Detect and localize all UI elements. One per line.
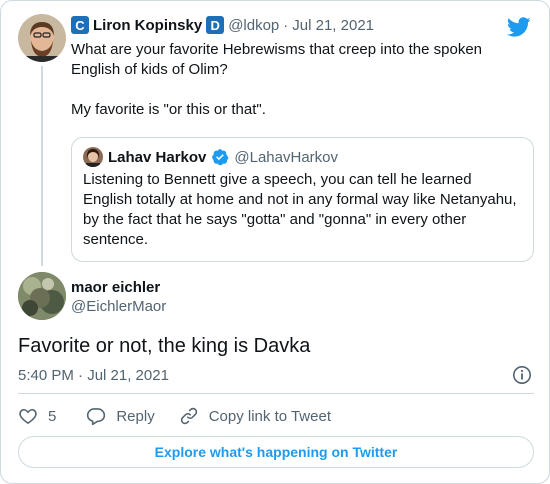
reply-icon xyxy=(87,408,106,426)
quoted-author-name: Lahav Harkov xyxy=(108,148,207,166)
reply-button[interactable]: Reply xyxy=(86,406,155,426)
info-icon[interactable] xyxy=(512,365,532,385)
like-button[interactable]: 5 xyxy=(18,406,56,426)
main-author-handle[interactable]: @EichlerMaor xyxy=(71,298,166,315)
quoted-header: Lahav Harkov @LahavHarkov xyxy=(83,147,338,167)
parent-author-name[interactable]: Liron Kopinsky xyxy=(93,17,202,34)
parent-header: C Liron Kopinsky D @ldkop · Jul 21, 2021 xyxy=(71,15,374,35)
verified-icon xyxy=(211,148,229,166)
quoted-tweet-text: Listening to Bennett give a speech, you … xyxy=(83,171,517,248)
parent-author-handle[interactable]: @ldkop xyxy=(228,17,279,34)
parent-avatar[interactable] xyxy=(18,14,66,62)
twitter-bird-icon[interactable] xyxy=(506,15,531,39)
copy-link-label: Copy link to Tweet xyxy=(208,407,331,425)
main-avatar[interactable] xyxy=(18,272,66,320)
parent-date[interactable]: Jul 21, 2021 xyxy=(292,17,374,34)
c-badge-icon: C xyxy=(71,16,89,34)
copy-link-button[interactable]: Copy link to Tweet xyxy=(179,406,331,426)
tweet-embed-card: C Liron Kopinsky D @ldkop · Jul 21, 2021… xyxy=(0,0,550,484)
main-tweet-text: Favorite or not, the king is Davka xyxy=(18,335,311,357)
divider xyxy=(18,393,534,394)
quoted-tweet[interactable]: Lahav Harkov @LahavHarkov Listening to B… xyxy=(71,137,534,262)
action-bar: 5 Reply Copy link to Tweet xyxy=(18,405,331,427)
parent-tweet-text: What are your favorite Hebrewisms that c… xyxy=(71,41,483,118)
d-badge-icon: D xyxy=(206,16,225,34)
parent-separator: · xyxy=(283,16,289,34)
tweet-timestamp[interactable]: 5:40 PM · Jul 21, 2021 xyxy=(18,367,169,384)
link-icon xyxy=(180,407,197,425)
thread-line xyxy=(41,66,43,266)
explore-twitter-button[interactable]: Explore what's happening on Twitter xyxy=(18,436,534,468)
reply-label: Reply xyxy=(116,407,155,425)
main-author-name[interactable]: maor eichler xyxy=(71,279,160,296)
like-count: 5 xyxy=(48,407,57,425)
quoted-avatar xyxy=(83,147,103,167)
heart-icon xyxy=(19,408,37,425)
quoted-author-handle: @LahavHarkov xyxy=(234,148,338,166)
